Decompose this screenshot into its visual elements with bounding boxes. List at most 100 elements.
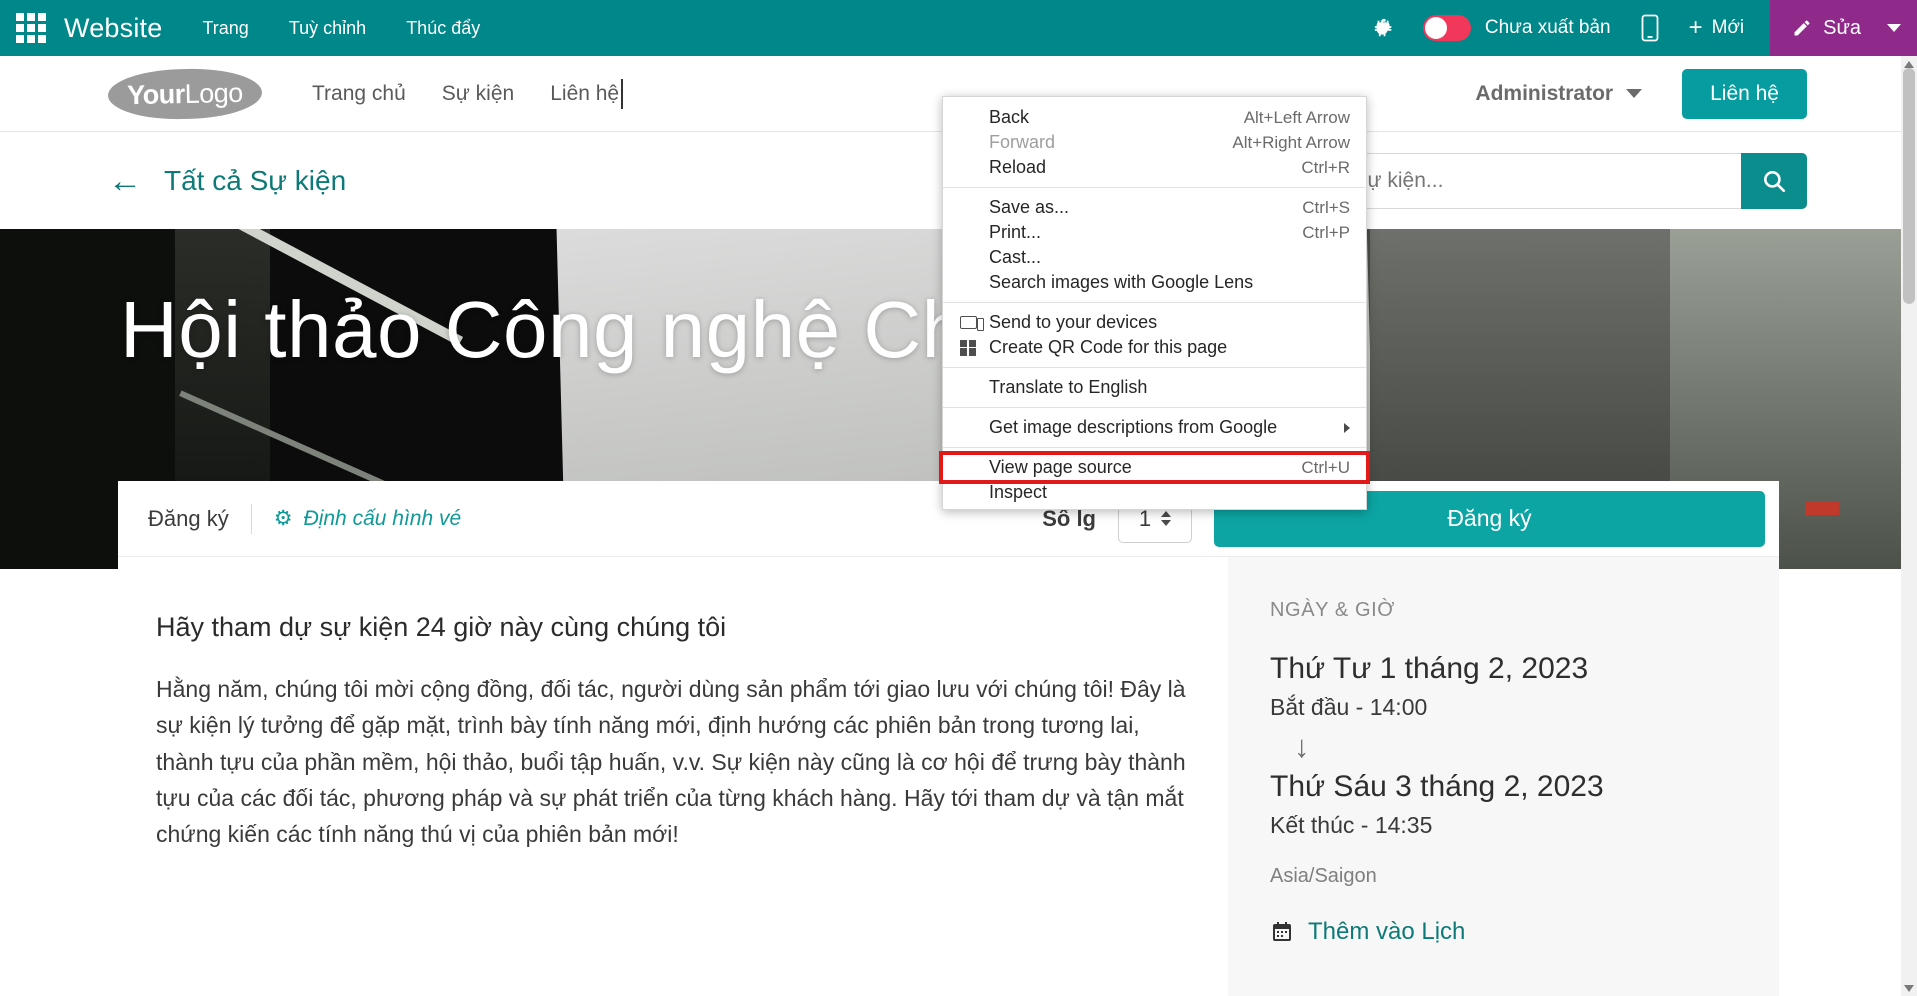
menu-item-trang[interactable]: Trang	[202, 18, 248, 39]
add-to-calendar-link[interactable]: Thêm vào Lịch	[1270, 918, 1779, 946]
context-menu-item-label: Create QR Code for this page	[989, 337, 1228, 357]
gear-icon: ⚙	[273, 507, 293, 530]
context-menu-item-shortcut: Ctrl+S	[1302, 197, 1350, 217]
publish-label: Chưa xuất bản	[1484, 17, 1611, 38]
site-nav-su-kien[interactable]: Sự kiện	[442, 82, 514, 106]
chevron-down-icon	[1626, 89, 1643, 98]
site-nav-trang-chu[interactable]: Trang chủ	[312, 82, 406, 106]
context-menu-item-label: Send to your devices	[989, 312, 1158, 332]
administrator-dropdown[interactable]: Administrator	[1475, 81, 1643, 106]
qr-code-icon	[951, 339, 985, 356]
context-menu-items: Back Alt+Left Arrow Forward Alt+Right Arrow…	[939, 105, 1370, 505]
bug-icon[interactable]	[1371, 15, 1397, 41]
context-menu-item-label: Back	[989, 107, 1030, 127]
context-menu-item-label: Forward	[989, 132, 1056, 152]
context-menu-item-label: Search images with Google Lens	[989, 272, 1254, 292]
registration-title: Đăng ký	[148, 505, 229, 531]
publish-toggle[interactable]: Chưa xuất bản	[1422, 15, 1611, 41]
event-end-time: Kết thúc - 14:35	[1270, 812, 1433, 838]
page-scrollbar[interactable]	[1901, 56, 1917, 996]
context-menu-item-label: Translate to English	[989, 377, 1148, 397]
send-to-devices-icon	[951, 316, 985, 331]
context-menu-item-label: Reload	[989, 157, 1047, 177]
context-menu-item-label: Get image descriptions from Google	[989, 417, 1278, 437]
odoo-menu: Trang Tuỳ chỉnh Thúc đẩy	[202, 18, 480, 39]
edit-button[interactable]: Sửa	[1770, 0, 1881, 56]
site-nav: Trang chủ Sự kiện Liên hệ	[312, 78, 624, 109]
administrator-label: Administrator	[1475, 81, 1614, 105]
context-menu-item-reload[interactable]: Reload Ctrl+R	[943, 155, 1366, 180]
context-menu-item-search-images-with-google-lens[interactable]: Search images with Google Lens	[943, 270, 1366, 295]
site-header-right: Administrator Liên hệ	[1475, 68, 1807, 119]
search-button[interactable]	[1741, 153, 1807, 209]
context-menu-item-label: Inspect	[989, 482, 1048, 502]
site-logo[interactable]: YourLogo	[107, 66, 263, 121]
chevron-down-icon	[1887, 24, 1901, 32]
context-menu-item-view-page-source[interactable]: View page source Ctrl+U	[939, 451, 1370, 484]
new-button-label: Mới	[1711, 17, 1745, 38]
context-menu-item-shortcut: Ctrl+P	[1302, 222, 1350, 242]
context-menu-item-get-image-descriptions-from-google[interactable]: Get image descriptions from Google	[943, 415, 1366, 440]
apps-grid-icon[interactable]	[14, 13, 48, 43]
context-menu-item-translate-to-english[interactable]: Translate to English	[943, 375, 1366, 400]
context-menu-item-inspect[interactable]: Inspect	[943, 480, 1366, 505]
description-paragraph: Hằng năm, chúng tôi mời cộng đồng, đối t…	[156, 676, 1186, 848]
event-timezone: Asia/Saigon	[1270, 865, 1377, 887]
scroll-down-arrow-icon[interactable]	[1901, 980, 1917, 996]
context-menu-separator	[943, 367, 1366, 368]
event-datetime-panel: NGÀY & GIỜ Thứ Tư 1 tháng 2, 2023 Bắt đầ…	[1228, 557, 1779, 996]
arrow-down-icon: ↓	[1294, 729, 1310, 764]
context-menu-item-label: View page source	[989, 457, 1132, 477]
logo-your: Your	[126, 78, 186, 110]
context-menu-item-send-to-your-devices[interactable]: Send to your devices	[943, 310, 1366, 335]
context-menu-item-label: Save as...	[989, 197, 1070, 217]
new-button[interactable]: + Mới	[1689, 16, 1745, 40]
configure-tickets-link[interactable]: ⚙ Định cấu hình vé	[274, 506, 461, 531]
back-to-all-events-link[interactable]: ← Tất cả Sự kiện	[108, 164, 346, 198]
edit-dropdown-caret[interactable]	[1881, 0, 1917, 56]
context-menu-item-print[interactable]: Print... Ctrl+P	[943, 220, 1366, 245]
event-content: Hãy tham dự sự kiện 24 giờ này cùng chún…	[118, 557, 1779, 996]
arrow-left-icon: ←	[108, 162, 142, 200]
registration-left: Đăng ký ⚙ Định cấu hình vé	[148, 503, 461, 534]
context-menu-separator	[943, 187, 1366, 188]
context-menu-item-create-qr-code-for-this-page[interactable]: Create QR Code for this page	[943, 335, 1366, 360]
back-link-label: Tất cả Sự kiện	[164, 165, 347, 196]
event-description: Hãy tham dự sự kiện 24 giờ này cùng chún…	[118, 557, 1228, 996]
scrollbar-thumb[interactable]	[1903, 68, 1915, 304]
divider	[250, 503, 252, 534]
context-menu-item-label: Print...	[989, 222, 1042, 242]
context-menu-item-cast[interactable]: Cast...	[943, 245, 1366, 270]
event-start-time: Bắt đầu - 14:00	[1270, 694, 1428, 720]
calendar-icon	[1273, 922, 1291, 941]
datetime-panel-label: NGÀY & GIỜ	[1270, 599, 1396, 621]
context-menu-item-shortcut: Alt+Right Arrow	[1232, 132, 1350, 152]
site-nav-lien-he[interactable]: Liên hệ	[550, 78, 624, 109]
site-logo-text: YourLogo	[127, 77, 243, 110]
submenu-arrow-icon	[1344, 422, 1350, 433]
context-menu-item-label: Cast...	[989, 247, 1042, 267]
context-menu-item-back[interactable]: Back Alt+Left Arrow	[943, 105, 1366, 130]
context-menu-item-shortcut: Ctrl+R	[1301, 157, 1350, 177]
edit-button-label: Sửa	[1823, 16, 1861, 39]
plus-icon: +	[1688, 14, 1703, 41]
event-start-date: Thứ Tư 1 tháng 2, 2023	[1270, 652, 1589, 685]
odoo-top-bar: Website Trang Tuỳ chỉnh Thúc đẩy Chưa xu…	[0, 0, 1917, 56]
context-menu-separator	[943, 407, 1366, 408]
event-title: Hội thảo Công nghệ Chu	[120, 285, 1012, 374]
app-brand-website[interactable]: Website	[64, 13, 162, 44]
mobile-preview-icon[interactable]	[1641, 14, 1659, 42]
menu-item-tuy-chinh[interactable]: Tuỳ chỉnh	[289, 18, 366, 39]
description-heading: Hãy tham dự sự kiện 24 giờ này cùng chún…	[156, 612, 727, 642]
configure-tickets-label: Định cấu hình vé	[303, 506, 462, 530]
event-end-date: Thứ Sáu 3 tháng 2, 2023	[1270, 770, 1604, 803]
publish-switch[interactable]	[1422, 15, 1471, 41]
context-menu-item-shortcut: Ctrl+U	[1301, 457, 1350, 477]
context-menu-item-save-as[interactable]: Save as... Ctrl+S	[943, 195, 1366, 220]
context-menu-separator	[943, 447, 1366, 448]
browser-context-menu: Back Alt+Left Arrow Forward Alt+Right Arrow…	[939, 96, 1370, 510]
contact-button[interactable]: Liên hệ	[1682, 68, 1807, 119]
add-to-calendar-label: Thêm vào Lịch	[1308, 918, 1466, 945]
stepper-arrows-icon[interactable]	[1161, 511, 1172, 526]
menu-item-thuc-day[interactable]: Thúc đẩy	[406, 18, 480, 39]
